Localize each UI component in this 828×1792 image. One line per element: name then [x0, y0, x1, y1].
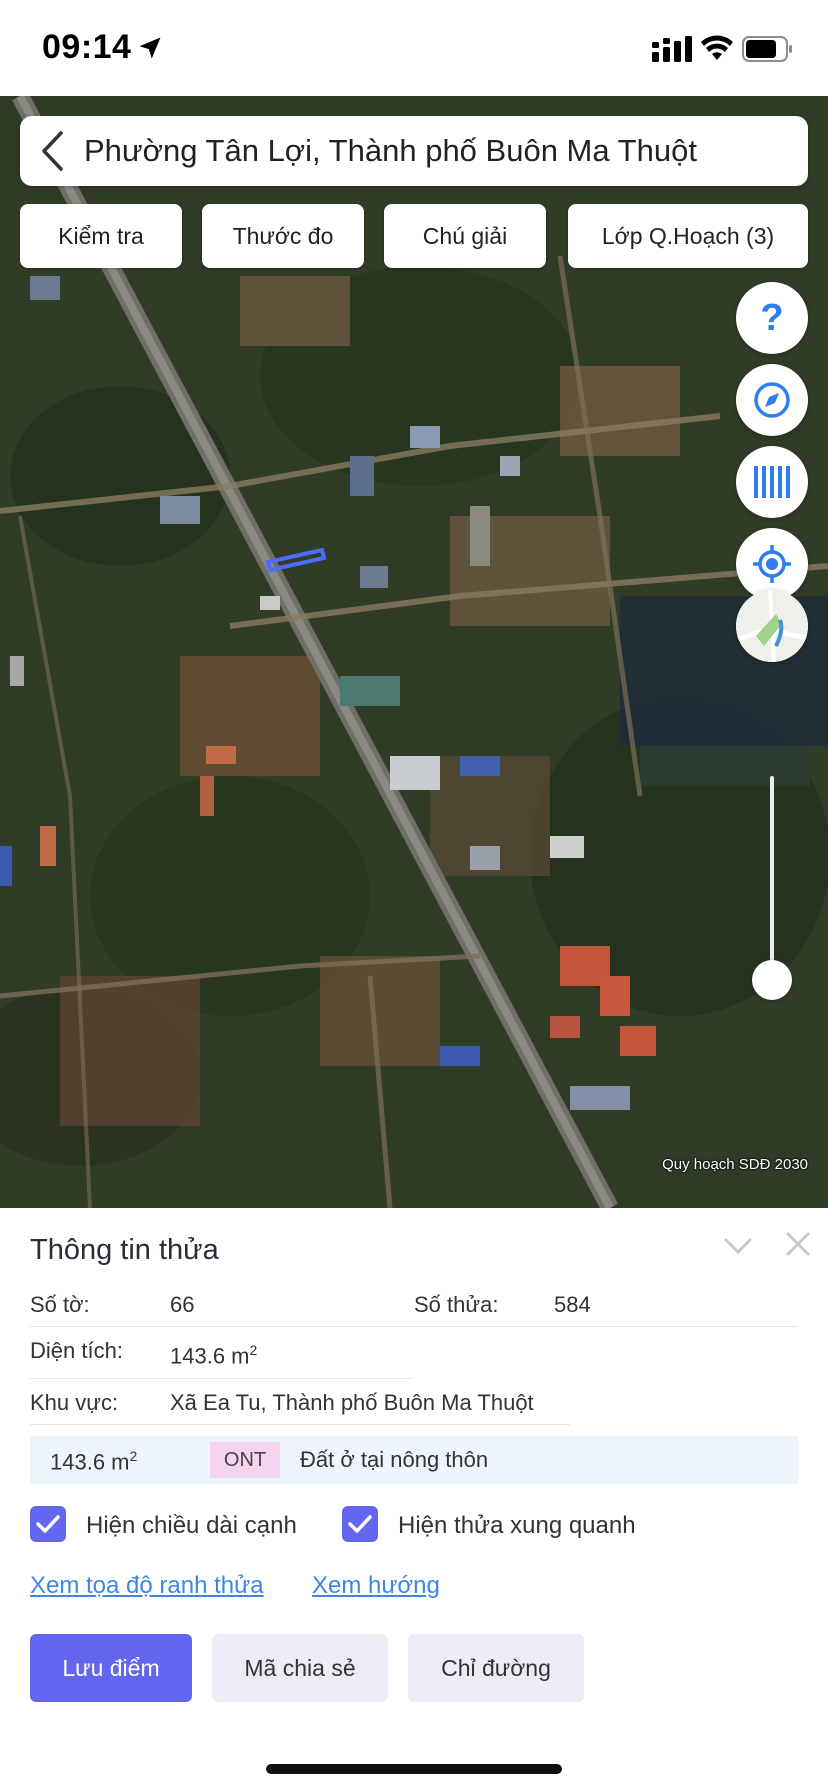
show-edge-length-checkbox[interactable]: [30, 1506, 66, 1542]
zone-area: 143.6 m2: [50, 1448, 137, 1475]
wifi-icon: [701, 35, 733, 60]
barcode-button[interactable]: [736, 446, 808, 518]
show-edge-length-label[interactable]: Hiện chiều dài cạnh: [86, 1512, 297, 1540]
check-button[interactable]: Kiểm tra: [20, 204, 182, 268]
show-neighbors-label[interactable]: Hiện thửa xung quanh: [398, 1512, 636, 1540]
compass-icon: [754, 382, 790, 418]
land-use-zone-row: 143.6 m2 ONT Đất ở tại nông thôn: [30, 1436, 798, 1484]
battery-icon: [742, 36, 792, 62]
map-toolbar: Kiểm tra Thước đo Chú giải Lớp Q.Hoạch (…: [20, 204, 808, 268]
panel-title: Thông tin thửa: [30, 1234, 219, 1266]
close-icon[interactable]: [784, 1230, 812, 1258]
help-icon: ?: [760, 296, 784, 339]
share-code-button[interactable]: Mã chia sẻ: [212, 1634, 388, 1702]
sheet-number-value: 66: [170, 1292, 195, 1317]
view-direction-link[interactable]: Xem hướng: [312, 1572, 440, 1600]
area-unit-superscript: 2: [249, 1342, 258, 1358]
status-bar: 09:14: [0, 0, 828, 96]
zoom-slider-thumb[interactable]: [752, 960, 792, 1000]
location-arrow-icon: [139, 37, 161, 59]
legend-button[interactable]: Chú giải: [384, 204, 546, 268]
parcel-number-label: Số thửa:: [414, 1292, 499, 1317]
map-thumbnail-icon: [736, 590, 808, 662]
zoom-slider-track[interactable]: [770, 776, 774, 972]
status-time: 09:14: [42, 28, 132, 66]
locate-icon: [753, 545, 791, 583]
ruler-button[interactable]: Thước đo: [202, 204, 364, 268]
divider: [30, 1424, 570, 1425]
home-indicator: [266, 1764, 562, 1774]
chevron-left-icon: [42, 131, 63, 171]
satellite-map[interactable]: Phường Tân Lợi, Thành phố Buôn Ma Thuột …: [0, 96, 828, 1208]
help-button[interactable]: ?: [736, 282, 808, 354]
zone-code-badge: ONT: [210, 1442, 280, 1478]
region-value: Xã Ea Tu, Thành phố Buôn Ma Thuột: [170, 1390, 534, 1415]
zone-area-number: 143.6 m: [50, 1449, 130, 1475]
save-point-button[interactable]: Lưu điểm: [30, 1634, 192, 1702]
compass-button[interactable]: [736, 364, 808, 436]
back-button[interactable]: [20, 116, 84, 186]
map-type-button[interactable]: [736, 590, 808, 662]
sheet-number-label: Số tờ:: [30, 1292, 90, 1317]
directions-button[interactable]: Chỉ đường: [408, 1634, 584, 1702]
area-number: 143.6 m: [170, 1343, 250, 1369]
show-neighbors-checkbox[interactable]: [342, 1506, 378, 1542]
checkmark-icon: [36, 1515, 60, 1533]
area-label: Diện tích:: [30, 1338, 123, 1363]
collapse-chevron-icon[interactable]: [724, 1236, 752, 1256]
checkmark-icon: [348, 1515, 372, 1533]
location-search-bar[interactable]: Phường Tân Lợi, Thành phố Buôn Ma Thuột: [20, 116, 808, 186]
region-label: Khu vực:: [30, 1390, 119, 1415]
divider: [30, 1326, 798, 1327]
search-location-text: Phường Tân Lợi, Thành phố Buôn Ma Thuột: [84, 133, 697, 168]
area-value: 143.6 m2: [170, 1342, 257, 1369]
view-boundary-coords-link[interactable]: Xem tọa độ ranh thửa: [30, 1572, 264, 1600]
parcel-number-value: 584: [554, 1292, 591, 1317]
parcel-info-panel: Thông tin thửa Số tờ: 66 Số thửa: 584 Di…: [0, 1208, 828, 1792]
signal-icon: [652, 36, 692, 62]
planning-layers-button[interactable]: Lớp Q.Hoạch (3): [568, 204, 808, 268]
barcode-icon: [754, 466, 790, 498]
zone-area-superscript: 2: [129, 1448, 138, 1464]
divider: [30, 1378, 414, 1379]
map-attribution: Quy hoạch SDĐ 2030: [662, 1156, 808, 1173]
zone-description: Đất ở tại nông thôn: [300, 1447, 489, 1472]
